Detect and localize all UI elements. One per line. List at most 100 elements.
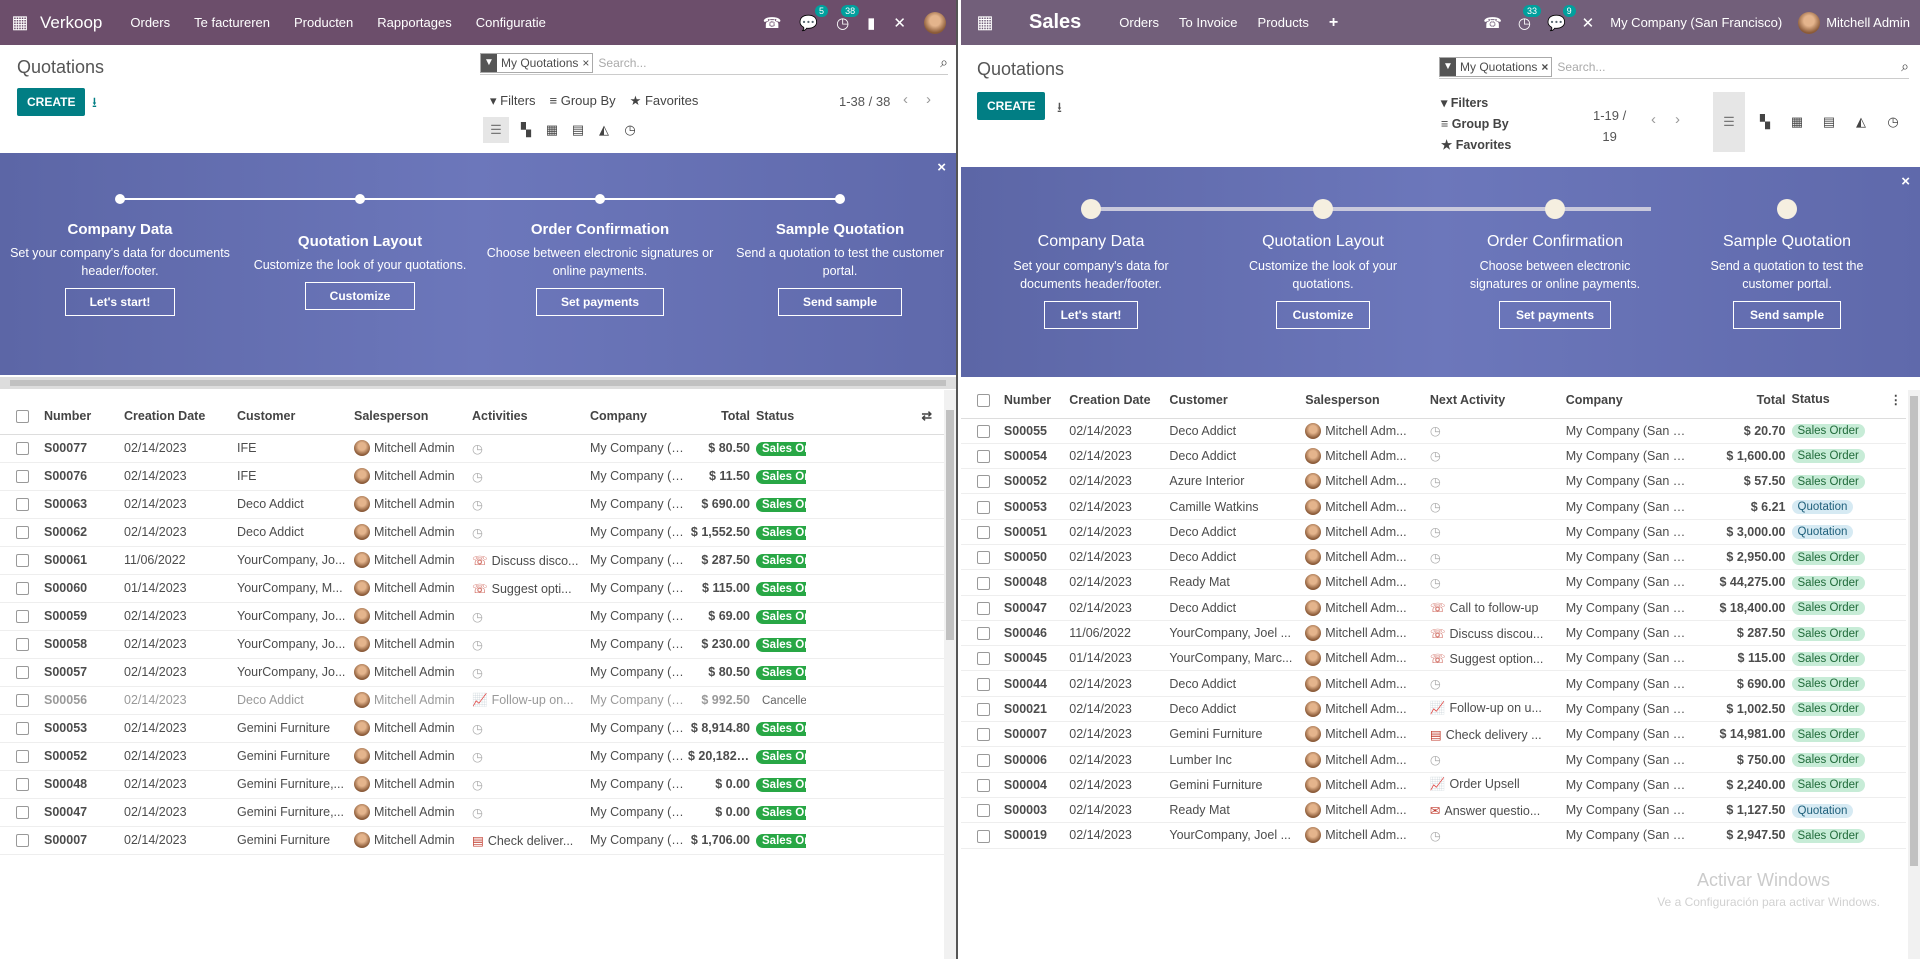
cell-activity[interactable]: ◷ [472, 658, 590, 687]
activity-icon[interactable]: ◷ [472, 497, 483, 512]
table-row[interactable]: S00021 02/14/2023 Deco Addict Mitchell Adm.… [961, 696, 1906, 723]
pivot-view-icon[interactable]: ▤ [1813, 92, 1845, 152]
menu-configuration[interactable]: Configuratie [476, 15, 546, 30]
table-row[interactable]: S00061 11/06/2022 YourCompany, Jo... Mitche… [0, 546, 944, 575]
cell-number[interactable]: S00061 [44, 546, 124, 575]
table-row[interactable]: S00048 02/14/2023 Ready Mat Mitchell Adm...… [961, 569, 1906, 596]
activity-icon[interactable]: ◷ [472, 777, 483, 792]
user-menu[interactable]: Mitchell Admin [1798, 11, 1910, 34]
table-row[interactable]: S00050 02/14/2023 Deco Addict Mitchell Adm.… [961, 544, 1906, 571]
table-row[interactable]: S00047 02/14/2023 Deco Addict Mitchell Adm.… [961, 595, 1906, 621]
activity-clock-icon[interactable]: ◷ 38 [836, 4, 860, 32]
activity-icon[interactable]: 📈 [472, 693, 488, 708]
row-checkbox[interactable] [977, 576, 990, 590]
activity-icon[interactable]: ◷ [472, 665, 483, 680]
activity-icon[interactable]: ◷ [472, 749, 483, 764]
banner-close-icon[interactable]: × [937, 159, 946, 176]
table-row[interactable]: S00052 02/14/2023 Azure Interior Mitchell A… [961, 468, 1906, 495]
cell-number[interactable]: S00057 [44, 658, 124, 687]
row-checkbox[interactable] [977, 551, 990, 565]
col-total[interactable]: Total [1685, 382, 1792, 419]
cell-number[interactable]: S00054 [1003, 443, 1070, 470]
cell-number[interactable]: S00047 [44, 798, 124, 827]
row-checkbox[interactable] [977, 500, 990, 514]
row-checkbox[interactable] [977, 728, 990, 742]
table-row[interactable]: S00060 01/14/2023 YourCompany, M... Mitchel… [0, 574, 944, 603]
activity-icon[interactable]: ◷ [1430, 550, 1441, 565]
cell-number[interactable]: S00053 [1003, 493, 1070, 520]
menu-orders[interactable]: Orders [130, 15, 170, 30]
cell-activity[interactable]: 📈 Follow-up on u... [1429, 696, 1566, 723]
cell-activity[interactable]: ◷ [472, 742, 590, 771]
row-checkbox[interactable] [977, 627, 990, 641]
row-checkbox[interactable] [977, 652, 990, 666]
cell-number[interactable]: S00052 [44, 742, 124, 771]
cell-activity[interactable]: ☏ Discuss discou... [1429, 620, 1566, 647]
activity-icon[interactable]: ◷ [472, 441, 483, 456]
activity-icon[interactable]: ◷ [1430, 575, 1441, 590]
activity-icon[interactable]: ◷ [1430, 828, 1441, 843]
activity-icon[interactable]: ◷ [472, 805, 483, 820]
table-row[interactable]: S00003 02/14/2023 Ready Mat Mitchell Adm...… [961, 797, 1906, 824]
col-activities[interactable]: Activities [472, 398, 590, 435]
row-checkbox[interactable] [977, 677, 990, 691]
cell-number[interactable]: S00056 [44, 686, 124, 715]
favorites-toggle[interactable]: ★ Favorites [630, 93, 699, 109]
cell-number[interactable]: S00046 [1003, 620, 1070, 647]
table-row[interactable]: S00047 02/14/2023 Gemini Furniture,... Mitc… [0, 798, 944, 827]
cell-activity[interactable]: ▤ Check deliver... [472, 826, 590, 855]
set-payments-button[interactable]: Set payments [535, 288, 665, 316]
cell-number[interactable]: S00007 [44, 826, 124, 855]
pager-prev-icon[interactable]: ‹ [903, 91, 908, 108]
col-status[interactable]: Status ⋮ [1791, 382, 1906, 419]
col-creation-date[interactable]: Creation Date [1069, 382, 1170, 419]
activity-icon[interactable]: ◷ [1430, 474, 1441, 489]
cell-number[interactable]: S00059 [44, 602, 124, 631]
phone-icon[interactable]: ☎ [1483, 14, 1502, 32]
cell-number[interactable]: S00077 [44, 434, 124, 463]
col-number[interactable]: Number [1003, 382, 1070, 419]
row-checkbox[interactable] [16, 722, 29, 736]
row-checkbox[interactable] [977, 601, 990, 615]
table-row[interactable]: S00056 02/14/2023 Deco Addict Mitchell Admi… [0, 686, 944, 715]
col-customer[interactable]: Customer [1169, 382, 1306, 419]
activity-icon[interactable]: ◷ [472, 637, 483, 652]
table-row[interactable]: S00053 02/14/2023 Gemini Furniture Mitchell… [0, 714, 944, 743]
apps-menu-icon[interactable]: ▦ [0, 12, 40, 33]
cell-number[interactable]: S00062 [44, 518, 124, 547]
kanban-view-icon[interactable]: ▚ [513, 117, 539, 143]
table-row[interactable]: S00007 02/14/2023 Gemini Furniture Mitchell… [961, 721, 1906, 748]
new-menu-plus-icon[interactable]: + [1329, 14, 1338, 32]
table-row[interactable]: S00055 02/14/2023 Deco Addict Mitchell Adm.… [961, 418, 1906, 444]
row-checkbox[interactable] [16, 694, 29, 708]
activity-icon[interactable]: ◷ [1430, 499, 1441, 514]
chat-icon[interactable]: 💬 5 [799, 4, 829, 32]
list-view-icon[interactable]: ☰ [483, 117, 509, 143]
create-button[interactable]: CREATE [977, 92, 1046, 120]
cell-number[interactable]: S00058 [44, 630, 124, 659]
search-icon[interactable]: ⌕ [1901, 58, 1909, 75]
lets-start-button[interactable]: Let's start! [64, 288, 176, 316]
row-checkbox[interactable] [977, 450, 990, 464]
activity-icon[interactable]: ◷ [472, 721, 483, 736]
cell-activity[interactable]: ◷ [472, 462, 590, 491]
company-icon[interactable]: ▮ [867, 14, 875, 32]
search-input[interactable]: Search... [598, 56, 940, 70]
col-salesperson[interactable]: Salesperson [1305, 382, 1430, 419]
activity-icon[interactable]: ▤ [1430, 727, 1442, 742]
activity-icon[interactable]: ☏ [1430, 651, 1446, 666]
vertical-scrollbar[interactable] [944, 390, 956, 959]
vertical-scrollbar[interactable] [1908, 390, 1920, 959]
pager-next-icon[interactable]: › [1675, 111, 1680, 128]
cell-number[interactable]: S00053 [44, 714, 124, 743]
activity-icon[interactable]: ◷ [472, 609, 483, 624]
row-checkbox[interactable] [977, 753, 990, 767]
activity-icon[interactable]: ◷ [1430, 752, 1441, 767]
row-checkbox[interactable] [977, 424, 990, 438]
activity-icon[interactable]: ☏ [1430, 600, 1446, 615]
lets-start-button[interactable]: Let's start! [1043, 301, 1139, 329]
col-company[interactable]: Company [1565, 382, 1686, 419]
table-row[interactable]: S00053 02/14/2023 Camille Watkins Mitchell … [961, 493, 1906, 520]
cell-activity[interactable]: 📈 Follow-up on... [472, 686, 590, 715]
menu-products[interactable]: Products [1258, 15, 1309, 30]
